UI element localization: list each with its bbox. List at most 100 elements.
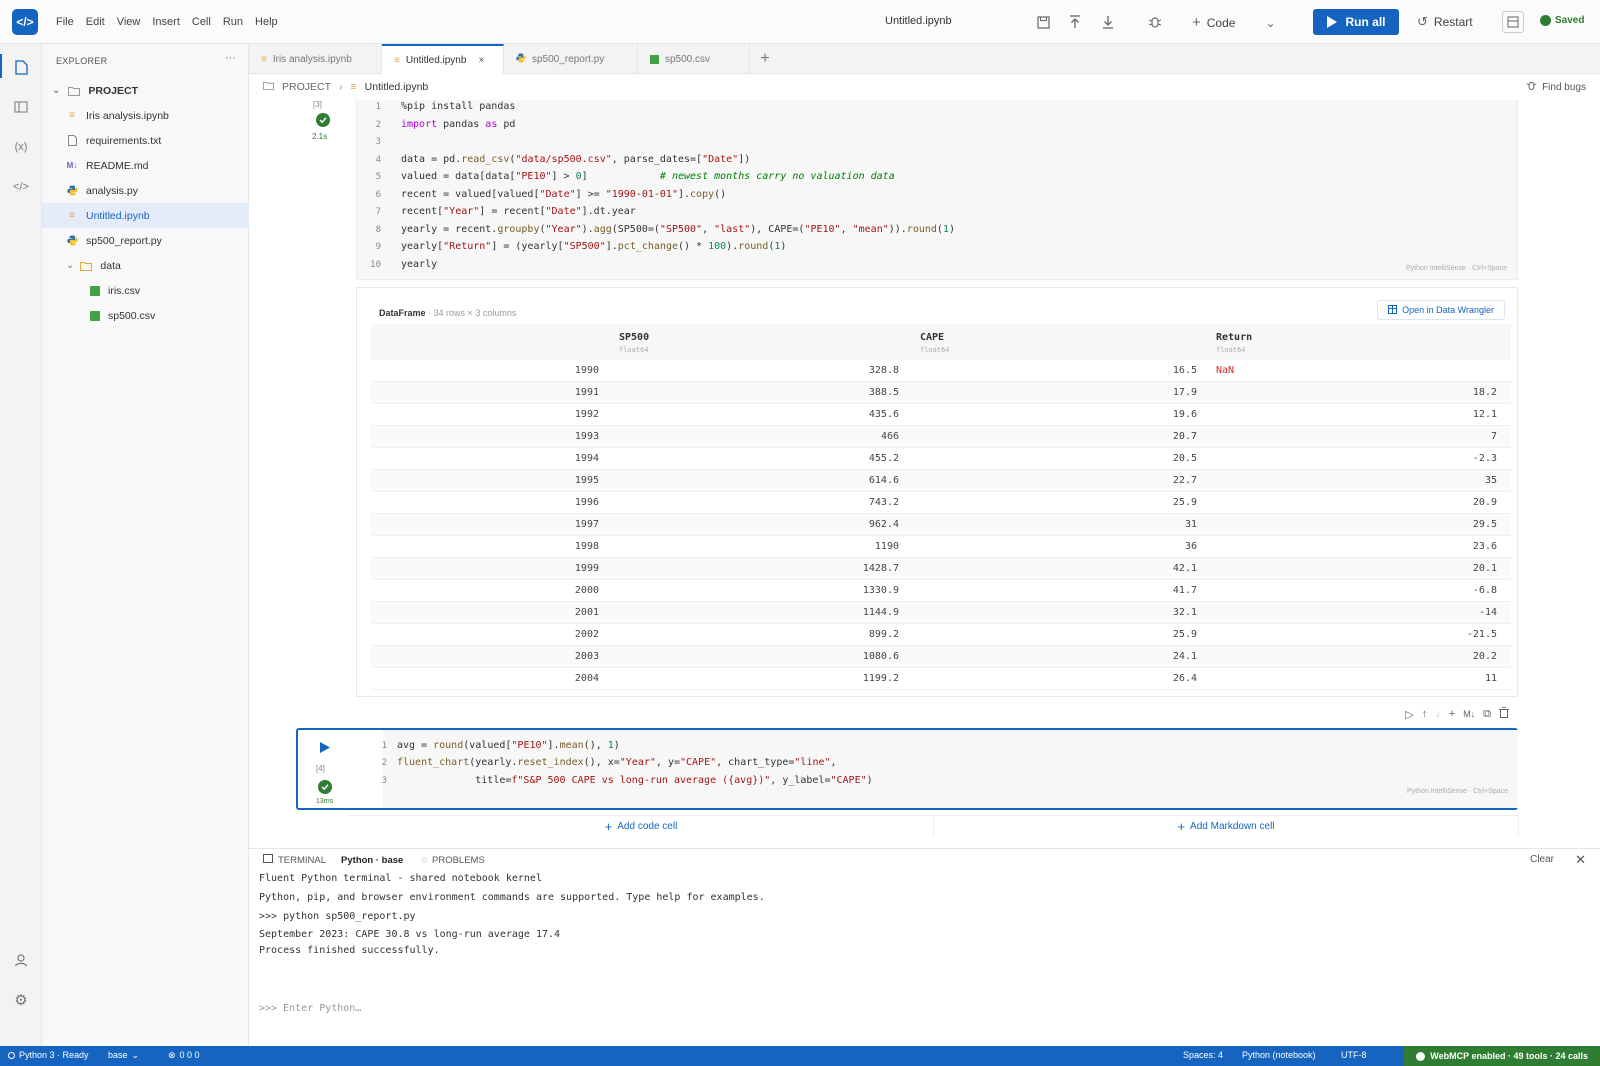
cell-cape: 26.4 [1172, 673, 1197, 684]
kernel-status[interactable]: Python 3 · Ready [8, 1050, 89, 1060]
cell-cape: 24.1 [1172, 651, 1197, 662]
indent-setting[interactable]: Spaces: 4 [1183, 1050, 1223, 1060]
menu-insert[interactable]: Insert [152, 16, 180, 28]
notebook-title[interactable]: Untitled.ipynb [885, 15, 952, 27]
environment-selector[interactable]: base ⌄ [108, 1050, 139, 1061]
success-check-icon [318, 780, 332, 794]
move-cell-down-icon[interactable]: ↓ [1435, 708, 1441, 720]
tab-terminal[interactable]: TERMINAL Python · base [263, 854, 403, 866]
close-icon[interactable]: × [478, 55, 484, 66]
variables-icon[interactable]: (x) [10, 136, 32, 158]
cell-type-dropdown[interactable]: + Code ⌄ [1192, 14, 1276, 31]
restart-button[interactable]: ↺ Restart [1417, 14, 1473, 30]
run-all-button[interactable]: Run all [1313, 9, 1399, 35]
more-icon[interactable]: ··· [225, 52, 236, 64]
cell-return: -6.8 [1472, 585, 1497, 596]
outline-icon[interactable] [10, 96, 32, 118]
move-cell-up-icon[interactable]: ↑ [1422, 708, 1428, 720]
add-cell-icon[interactable]: + [1449, 708, 1455, 720]
webmcp-status[interactable]: WebMCP enabled · 49 tools · 24 calls [1404, 1046, 1600, 1066]
account-icon[interactable] [10, 949, 32, 971]
code-logo-icon: </> [16, 15, 34, 29]
debug-icon[interactable] [1146, 13, 1164, 31]
bug-icon [1526, 80, 1537, 94]
terminal-input[interactable]: >>> Enter Python… [259, 1003, 361, 1014]
layout-toggle-icon[interactable] [1502, 11, 1524, 33]
cell-sp500: 1144.9 [862, 607, 899, 618]
menu-help[interactable]: Help [255, 16, 278, 28]
find-bugs-label: Find bugs [1542, 81, 1586, 93]
kernel-ready-icon [8, 1051, 15, 1059]
code-cell-1[interactable]: 1 2 3 4 5 6 7 8 9 10 %pip install pandas… [356, 100, 1518, 280]
run-cell-button[interactable] [320, 742, 330, 756]
tab-untitled[interactable]: ≡ Untitled.ipynb × [382, 44, 504, 74]
close-icon[interactable]: ✕ [1575, 852, 1586, 868]
file-item-selected[interactable]: ≡ Untitled.ipynb [42, 203, 249, 228]
new-tab-plus-icon[interactable]: + [750, 44, 780, 74]
data-folder[interactable]: ⌄ data [42, 253, 249, 278]
code-line: fluent_chart(yearly.reset_index(), x="Ye… [397, 757, 837, 768]
copy-icon[interactable]: ⧉ [1483, 708, 1491, 721]
file-item[interactable]: iris.csv [42, 278, 249, 303]
find-bugs-button[interactable]: Find bugs [1526, 80, 1586, 94]
dataframe-meta: · 34 rows × 3 columns [428, 308, 517, 318]
run-cell-icon[interactable]: ▷ [1405, 708, 1413, 721]
menu-cell[interactable]: Cell [192, 16, 211, 28]
file-item[interactable]: analysis.py [42, 178, 249, 203]
chevron-down-icon: ⌄ [52, 85, 61, 96]
clear-terminal-button[interactable]: Clear [1530, 854, 1554, 865]
tab-sp500-csv[interactable]: sp500.csv [638, 44, 750, 74]
run-all-label: Run all [1345, 15, 1386, 29]
menu-view[interactable]: View [117, 16, 141, 28]
file-item[interactable]: sp500.csv [42, 303, 249, 328]
file-item[interactable]: sp500_report.py [42, 228, 249, 253]
success-check-icon [316, 113, 330, 127]
tab-label: Iris analysis.ipynb [272, 53, 352, 65]
menu-file[interactable]: File [56, 16, 74, 28]
move-up-icon[interactable] [1066, 13, 1084, 31]
delete-icon[interactable] [1499, 707, 1509, 721]
tab-problems[interactable]: ◌ PROBLEMS [421, 855, 484, 866]
column-header-cape[interactable]: CAPE [920, 332, 944, 343]
move-down-icon[interactable] [1099, 13, 1117, 31]
line-number: 1 [381, 741, 387, 751]
saved-status: Saved [1540, 15, 1584, 26]
row-index: 1991 [574, 387, 599, 398]
open-data-wrangler-button[interactable]: Open in Data Wrangler [1377, 300, 1505, 320]
file-item[interactable]: M↓ README.md [42, 153, 249, 178]
line-number: 2 [375, 120, 381, 130]
markdown-toggle-icon[interactable]: M↓ [1463, 709, 1475, 719]
menu-run[interactable]: Run [223, 16, 243, 28]
restart-icon: ↺ [1417, 14, 1428, 29]
problems-count[interactable]: ⊗ 0 0 0 [168, 1050, 200, 1061]
add-markdown-cell-button[interactable]: + Add Markdown cell [934, 815, 1519, 837]
play-icon [1327, 16, 1338, 28]
file-item[interactable]: requirements.txt [42, 128, 249, 153]
files-icon[interactable] [10, 56, 32, 78]
language-mode[interactable]: Python (notebook) [1242, 1050, 1316, 1060]
tab-sp500-report[interactable]: sp500_report.py [504, 44, 638, 74]
save-icon[interactable] [1034, 13, 1052, 31]
cell-sp500: 388.5 [868, 387, 899, 398]
breadcrumb-file[interactable]: Untitled.ipynb [365, 81, 429, 93]
editor-tabs: ≡ Iris analysis.ipynb ≡ Untitled.ipynb ×… [249, 44, 1600, 74]
column-header-return[interactable]: Return [1216, 332, 1252, 343]
code-line: %pip install pandas [401, 101, 516, 112]
encoding[interactable]: UTF-8 [1341, 1050, 1367, 1060]
code-editor[interactable]: 1 2 3 avg = round(valued["PE10"].mean(),… [382, 730, 1518, 808]
file-item[interactable]: ≡ Iris analysis.ipynb [42, 103, 249, 128]
terminal-env: Python · base [341, 854, 404, 866]
line-number: 1 [375, 102, 381, 112]
code-cell-2[interactable]: [4] 13ms 1 2 3 avg = round(valued["PE10"… [296, 728, 1518, 810]
project-folder[interactable]: ⌄ PROJECT [42, 78, 249, 103]
table-row: 1992 435.6 19.6 12.1 [371, 404, 1511, 426]
tab-iris-analysis[interactable]: ≡ Iris analysis.ipynb [249, 44, 382, 74]
breadcrumb-root[interactable]: PROJECT [282, 81, 331, 93]
table-row: 2004 1199.2 26.4 11 [371, 668, 1511, 690]
column-header-sp500[interactable]: SP500 [619, 332, 649, 343]
add-code-cell-button[interactable]: + Add code cell [349, 815, 934, 837]
menu-edit[interactable]: Edit [86, 16, 105, 28]
app-logo[interactable]: </> [12, 9, 38, 35]
code-snippets-icon[interactable]: </> [10, 176, 32, 198]
settings-gear-icon[interactable]: ⚙ [10, 989, 32, 1011]
